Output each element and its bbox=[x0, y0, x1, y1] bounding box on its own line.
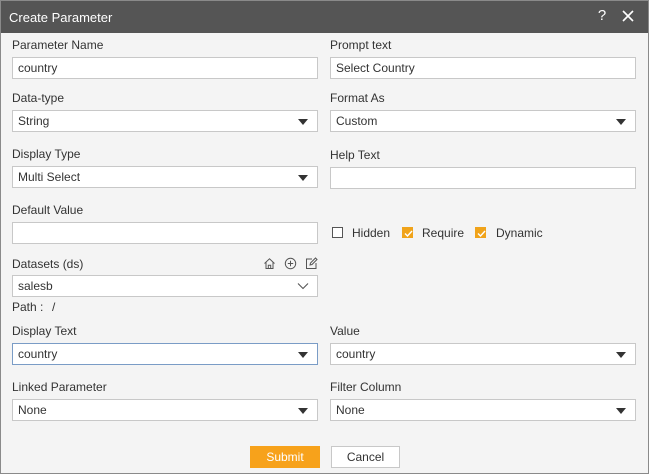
prompt-text-input[interactable] bbox=[330, 57, 636, 79]
home-icon[interactable] bbox=[263, 257, 276, 270]
submit-button[interactable]: Submit bbox=[250, 446, 320, 468]
datasets-value: salesb bbox=[18, 279, 53, 293]
create-parameter-dialog: Create Parameter ? Parameter Name Prompt… bbox=[0, 0, 649, 474]
display-text-select[interactable]: country bbox=[12, 343, 318, 365]
dialog-title: Create Parameter bbox=[9, 10, 113, 25]
value-select[interactable]: country bbox=[330, 343, 636, 365]
hidden-checkbox[interactable] bbox=[332, 227, 343, 238]
default-value-label: Default Value bbox=[12, 203, 84, 217]
data-type-select[interactable]: String bbox=[12, 110, 318, 132]
parameter-name-label: Parameter Name bbox=[12, 38, 104, 52]
datasets-select[interactable]: salesb bbox=[12, 275, 318, 297]
filter-column-value: None bbox=[336, 403, 365, 417]
value-label: Value bbox=[330, 324, 360, 338]
default-value-input[interactable] bbox=[12, 222, 318, 244]
data-type-label: Data-type bbox=[12, 91, 65, 105]
add-circle-icon[interactable] bbox=[284, 257, 297, 270]
filter-column-label: Filter Column bbox=[330, 380, 402, 394]
help-icon[interactable]: ? bbox=[594, 8, 610, 24]
require-label: Require bbox=[422, 226, 465, 240]
filter-column-select[interactable]: None bbox=[330, 399, 636, 421]
help-text-label: Help Text bbox=[330, 148, 380, 162]
display-text-value: country bbox=[18, 347, 58, 361]
close-icon[interactable] bbox=[620, 8, 636, 24]
datasets-label: Datasets (ds) bbox=[12, 257, 84, 271]
caret-down-icon bbox=[616, 119, 626, 125]
hidden-label: Hidden bbox=[352, 226, 391, 240]
display-type-select[interactable]: Multi Select bbox=[12, 166, 318, 188]
display-type-value: Multi Select bbox=[18, 170, 81, 184]
cancel-button[interactable]: Cancel bbox=[331, 446, 400, 468]
data-type-value: String bbox=[18, 114, 50, 128]
dynamic-checkbox[interactable] bbox=[475, 227, 486, 238]
linked-parameter-value: None bbox=[18, 403, 47, 417]
caret-down-icon bbox=[298, 175, 308, 181]
help-text-input[interactable] bbox=[330, 167, 636, 189]
linked-parameter-select[interactable]: None bbox=[12, 399, 318, 421]
parameter-name-input[interactable] bbox=[12, 57, 318, 79]
path-value: / bbox=[52, 300, 56, 314]
format-as-select[interactable]: Custom bbox=[330, 110, 636, 132]
dialog-titlebar: Create Parameter ? bbox=[1, 1, 648, 33]
prompt-text-label: Prompt text bbox=[330, 38, 392, 52]
format-as-value: Custom bbox=[336, 114, 378, 128]
caret-down-icon bbox=[298, 119, 308, 125]
caret-down-icon bbox=[616, 408, 626, 414]
format-as-label: Format As bbox=[330, 91, 385, 105]
edit-icon[interactable] bbox=[305, 257, 318, 270]
path-label: Path : bbox=[12, 300, 44, 314]
value-value: country bbox=[336, 347, 376, 361]
linked-parameter-label: Linked Parameter bbox=[12, 380, 107, 394]
caret-down-icon bbox=[616, 352, 626, 358]
chevron-down-icon bbox=[297, 283, 309, 290]
require-checkbox[interactable] bbox=[402, 227, 413, 238]
display-type-label: Display Type bbox=[12, 147, 81, 161]
caret-down-icon bbox=[298, 352, 308, 358]
dynamic-label: Dynamic bbox=[496, 226, 543, 240]
display-text-label: Display Text bbox=[12, 324, 77, 338]
caret-down-icon bbox=[298, 408, 308, 414]
